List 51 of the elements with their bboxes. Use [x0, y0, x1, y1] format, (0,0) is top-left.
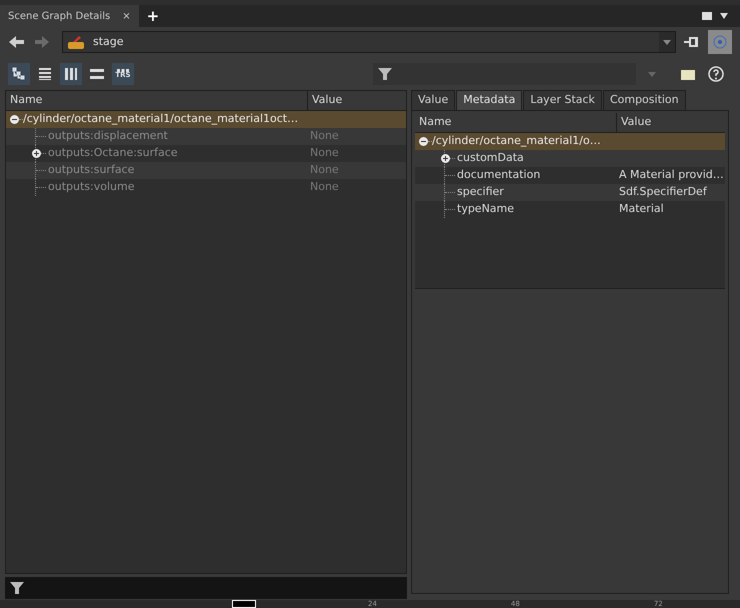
filter-field[interactable] — [5, 577, 407, 599]
tree-row-name[interactable]: documentation — [457, 167, 540, 184]
path-text: stage — [93, 34, 124, 50]
path-field[interactable]: stage — [62, 31, 676, 53]
tree-row-value: None — [309, 128, 339, 144]
dots-icon — [117, 69, 129, 72]
add-tab-button[interactable]: + — [146, 8, 160, 24]
tree-row-value: None — [309, 179, 339, 196]
view-button[interactable] — [60, 63, 82, 85]
column-header[interactable]: Value — [308, 91, 406, 110]
tree-row-value: Sdf.SpecifierDef — [618, 184, 707, 200]
tab[interactable]: Layer Stack — [523, 90, 602, 110]
tree-row-value: Material — [618, 201, 664, 218]
caret-icon — [663, 40, 671, 44]
caret-icon[interactable] — [720, 13, 728, 19]
close-tab-button[interactable]: × — [122, 8, 131, 24]
column-header[interactable]: Name — [6, 91, 308, 110]
expand-icon[interactable] — [441, 154, 450, 163]
tab[interactable]: Value — [411, 90, 456, 110]
tree-row-value: None — [309, 145, 339, 162]
filter-icon — [377, 67, 393, 81]
columns-icon — [63, 66, 79, 82]
dropdown-button[interactable] — [659, 32, 675, 52]
collapse-icon[interactable] — [10, 115, 19, 124]
rows-icon — [89, 66, 105, 82]
pane-tab-title: Scene Graph Details — [8, 10, 110, 24]
pin-icon[interactable] — [684, 36, 700, 48]
tab[interactable]: Composition — [602, 90, 686, 110]
pane-tab[interactable]: Scene Graph Details × — [0, 5, 139, 27]
target-icon — [713, 35, 727, 49]
help-icon[interactable] — [708, 66, 724, 82]
tree-row-value: None — [309, 162, 339, 178]
tree-row-name[interactable]: typeName — [457, 201, 514, 218]
tab[interactable]: Metadata — [456, 90, 522, 110]
tree-row-name[interactable]: specifier — [457, 184, 504, 201]
help-tag-icon[interactable] — [680, 67, 696, 81]
column-header[interactable]: Name — [415, 113, 617, 132]
filter-icon — [9, 581, 25, 595]
back-arrow-icon[interactable] — [8, 34, 26, 50]
view-button[interactable] — [8, 63, 30, 85]
expand-icon[interactable] — [32, 149, 41, 158]
list-icon — [37, 66, 53, 82]
stage-icon — [67, 34, 85, 50]
tree-row-name[interactable]: outputs:volume — [48, 179, 134, 196]
tree-row-value: A Material provid… — [618, 167, 724, 184]
collapse-icon[interactable] — [419, 137, 428, 146]
filter-field[interactable] — [373, 63, 636, 85]
tree-row-name[interactable]: outputs:Octane:surface — [48, 145, 178, 162]
column-header[interactable]: Value — [617, 113, 725, 132]
playhead[interactable] — [232, 600, 256, 608]
hierarchy-icon — [11, 66, 27, 82]
